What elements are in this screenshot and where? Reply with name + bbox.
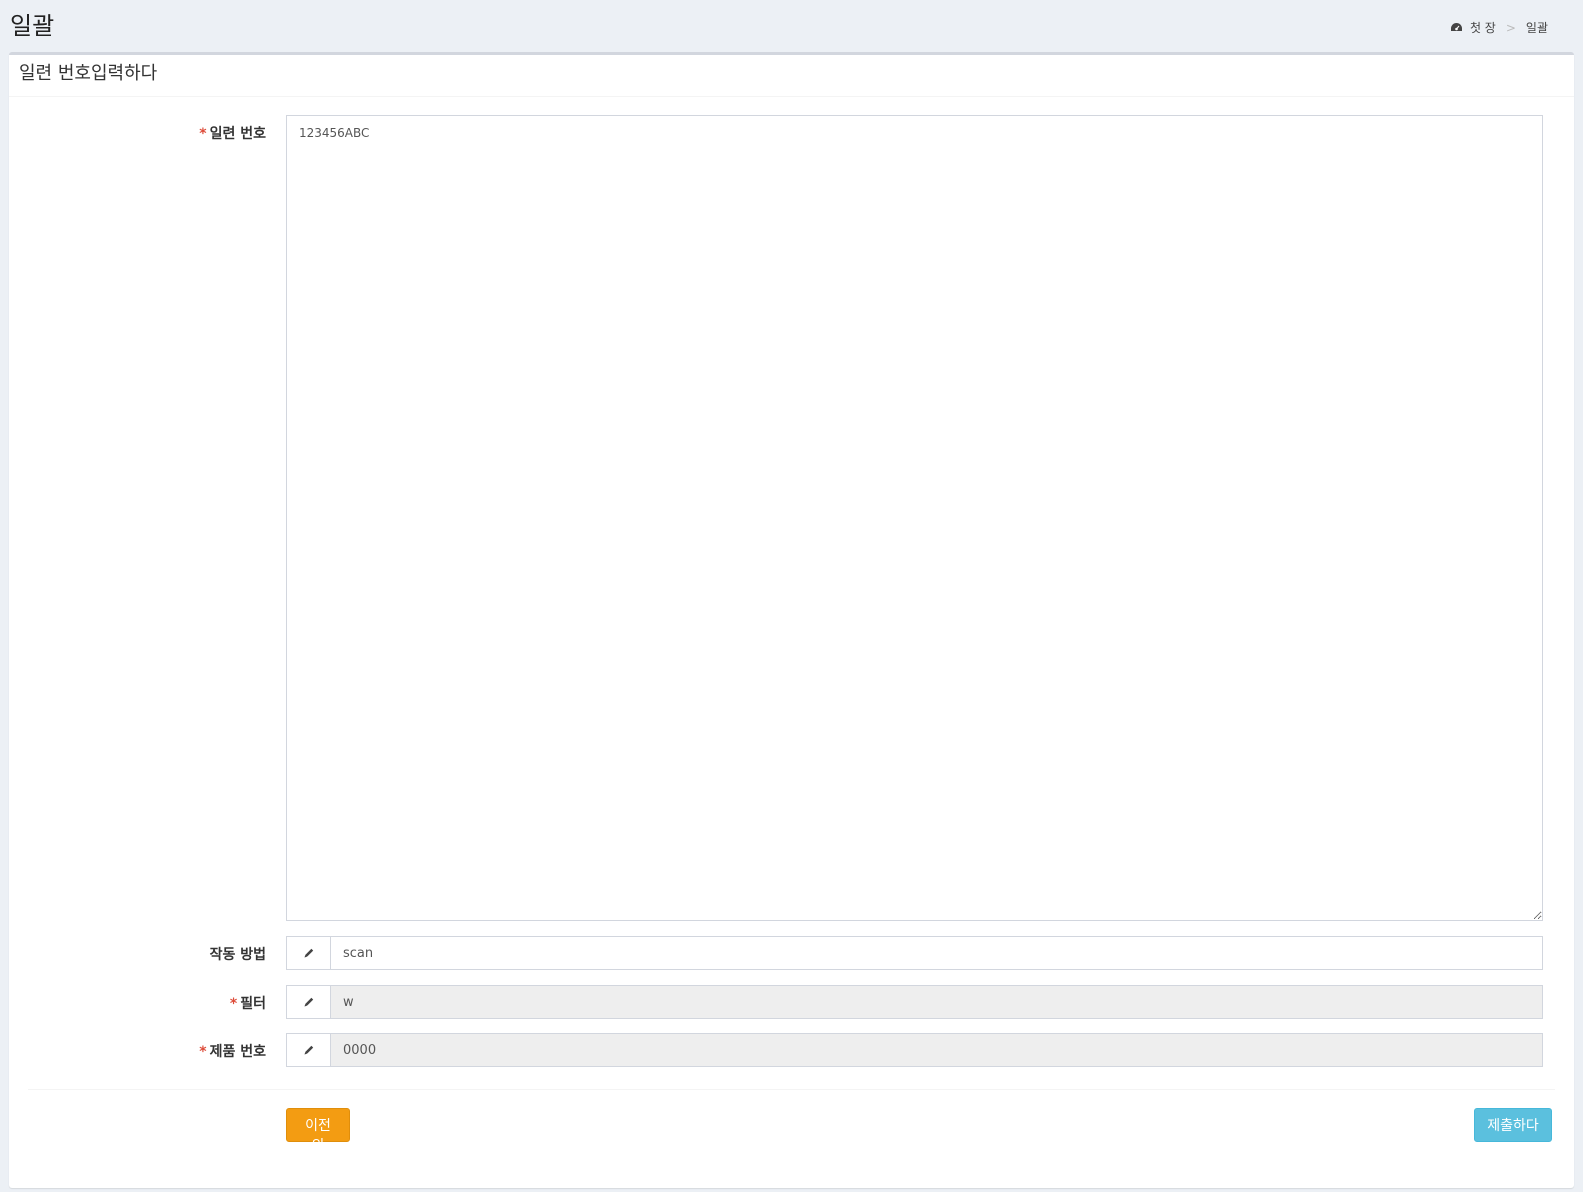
box-title: 일련 번호입력하다 <box>19 63 158 84</box>
breadcrumb-home-link[interactable]: 첫 장 <box>1470 19 1496 36</box>
required-marker: * <box>199 126 207 142</box>
previous-button[interactable]: 이전의 <box>286 1108 350 1154</box>
mode-input[interactable] <box>330 936 1543 970</box>
box-header: 일련 번호입력하다 <box>9 55 1574 97</box>
form-box: 일련 번호입력하다 *일련 번호 123456ABC 작동 방법 *필터 <box>9 52 1574 1188</box>
filter-input[interactable] <box>330 985 1543 1019</box>
pencil-icon <box>286 936 330 970</box>
breadcrumb-current: 일괄 <box>1525 21 1548 35</box>
mode-label: 작동 방법 <box>209 947 266 963</box>
form-divider <box>28 1089 1555 1090</box>
required-marker: * <box>229 996 238 1012</box>
filter-input-group <box>286 985 1543 1019</box>
required-marker: * <box>199 1044 207 1060</box>
product-label: * 제품 번호 <box>199 1044 266 1060</box>
serial-label: * 일련 번호 <box>199 126 266 142</box>
breadcrumb-separator: > <box>1505 20 1516 35</box>
pencil-icon <box>286 1033 330 1067</box>
mode-input-group <box>286 936 1543 970</box>
product-input-group <box>286 1033 1543 1067</box>
page-title: 일괄 <box>10 12 55 40</box>
submit-button[interactable]: 제출하다 <box>1474 1108 1552 1142</box>
filter-label: * 필터 <box>229 996 266 1012</box>
dashboard-icon <box>1450 22 1464 34</box>
breadcrumb: 첫 장 > 일괄 <box>1450 19 1548 36</box>
content-header: 일괄 첫 장 > 일괄 <box>0 0 1583 52</box>
pencil-icon <box>286 985 330 1019</box>
serial-textarea[interactable]: 123456ABC <box>286 115 1543 921</box>
product-input[interactable] <box>330 1033 1543 1067</box>
